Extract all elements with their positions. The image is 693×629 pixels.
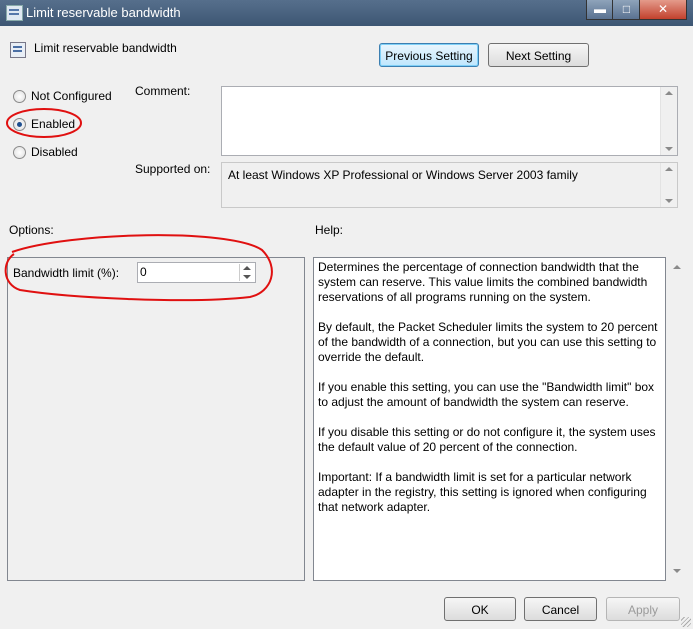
radio-label: Not Configured — [31, 89, 112, 103]
minimize-icon: ▬ — [594, 2, 606, 16]
bandwidth-limit-label: Bandwidth limit (%): — [13, 266, 120, 280]
policy-setting-icon — [10, 42, 26, 58]
help-scrollbar[interactable] — [669, 257, 685, 581]
minimize-button[interactable]: ▬ — [586, 0, 614, 20]
options-label: Options: — [9, 223, 54, 237]
options-panel — [7, 257, 305, 581]
help-paragraph: If you enable this setting, you can use … — [318, 380, 655, 409]
bandwidth-limit-spinbox[interactable]: 0 — [137, 262, 256, 283]
supported-on-value: At least Windows XP Professional or Wind… — [228, 168, 578, 182]
bandwidth-limit-value[interactable]: 0 — [140, 265, 147, 279]
title-bar[interactable]: Limit reservable bandwidth ▬ □ ✕ — [0, 0, 693, 26]
apply-button[interactable]: Apply — [606, 597, 680, 621]
scroll-down-icon[interactable] — [665, 199, 673, 203]
radio-button-icon[interactable] — [13, 145, 26, 159]
radio-label: Enabled — [31, 117, 76, 131]
radio-enabled[interactable]: Enabled — [13, 116, 75, 132]
help-paragraph: Determines the percentage of connection … — [318, 260, 648, 304]
comment-label: Comment: — [135, 84, 191, 98]
radio-disabled[interactable]: Disabled — [13, 144, 78, 160]
spin-up-icon[interactable] — [243, 266, 251, 270]
radio-label: Disabled — [31, 145, 78, 159]
previous-setting-button[interactable]: Previous Setting — [379, 43, 479, 67]
spin-buttons[interactable] — [239, 264, 254, 281]
next-setting-button[interactable]: Next Setting — [488, 43, 589, 67]
policy-title: Limit reservable bandwidth — [34, 41, 177, 55]
ok-button[interactable]: OK — [444, 597, 516, 621]
help-paragraph: Important: If a bandwidth limit is set f… — [318, 470, 647, 514]
help-paragraph: By default, the Packet Scheduler limits … — [318, 320, 658, 364]
scroll-up-icon[interactable] — [665, 167, 673, 171]
supported-scrollbar[interactable] — [660, 163, 677, 207]
spin-down-icon[interactable] — [243, 275, 251, 279]
help-label: Help: — [315, 223, 344, 237]
comment-textarea[interactable] — [221, 86, 678, 156]
window-title: Limit reservable bandwidth — [26, 5, 181, 20]
comment-scrollbar[interactable] — [660, 87, 677, 155]
help-paragraph: If you disable this setting or do not co… — [318, 425, 656, 454]
close-button[interactable]: ✕ — [639, 0, 687, 20]
scroll-down-icon[interactable] — [665, 147, 673, 151]
maximize-button[interactable]: □ — [612, 0, 641, 20]
help-text: Determines the percentage of connection … — [318, 260, 663, 530]
scroll-up-icon[interactable] — [665, 91, 673, 95]
window-icon — [6, 5, 23, 21]
close-icon: ✕ — [657, 2, 669, 16]
maximize-icon: □ — [622, 2, 631, 16]
cancel-button[interactable]: Cancel — [524, 597, 597, 621]
supported-on-label: Supported on: — [135, 162, 211, 176]
radio-button-icon[interactable] — [13, 117, 26, 131]
radio-not-configured[interactable]: Not Configured — [13, 88, 112, 104]
resize-grip-icon[interactable] — [681, 617, 691, 627]
scroll-down-icon[interactable] — [673, 569, 681, 573]
scroll-up-icon[interactable] — [673, 265, 681, 269]
radio-button-icon[interactable] — [13, 89, 26, 103]
supported-on-field: At least Windows XP Professional or Wind… — [221, 162, 678, 208]
